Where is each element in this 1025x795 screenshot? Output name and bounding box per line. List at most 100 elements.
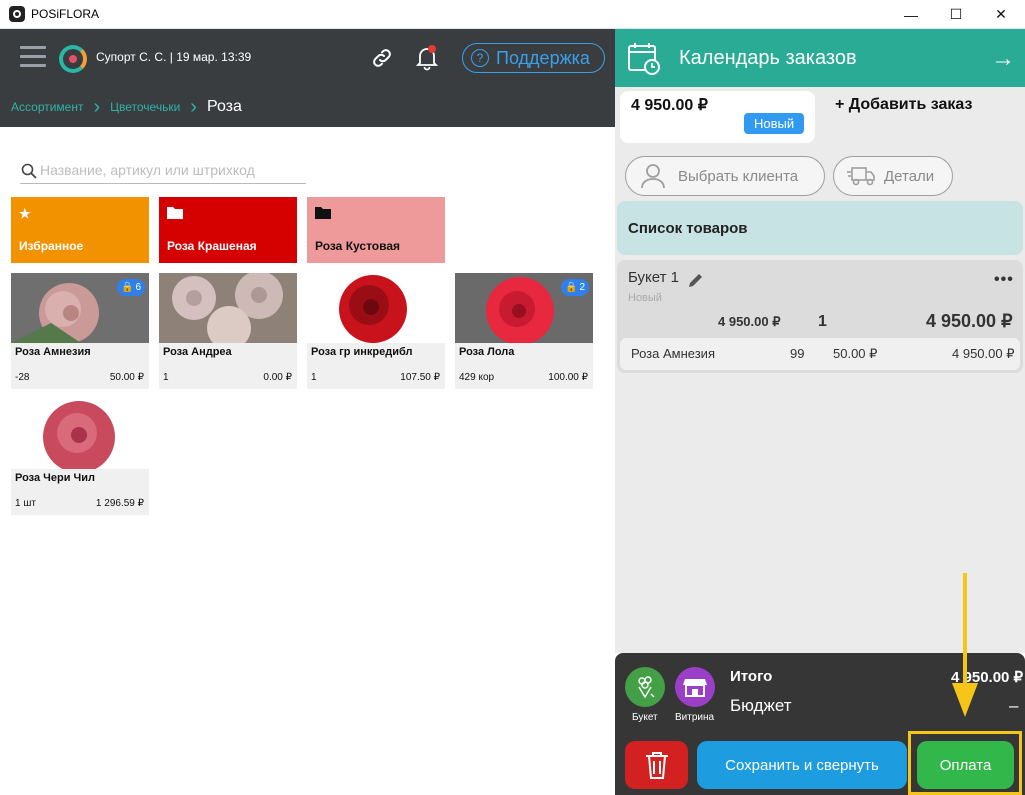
user-info: Супорт С. С. | 19 мар. 13:39 <box>96 50 252 64</box>
calendar-icon[interactable] <box>627 41 661 80</box>
product-image <box>11 399 149 469</box>
product-name: Роза гр инкредибл <box>311 346 413 358</box>
bouquet-price: 4 950.00 ₽ <box>718 314 781 329</box>
line-item-sum: 4 950.00 ₽ <box>952 346 1015 361</box>
product-card[interactable]: 🔒 2 Роза Лола 429 кор 100.00 ₽ <box>455 273 593 389</box>
product-card[interactable]: Роза Андреа 1 0.00 ₽ <box>159 273 297 389</box>
notification-dot <box>428 45 436 53</box>
product-price: 100.00 ₽ <box>548 372 588 383</box>
delete-button[interactable] <box>625 741 688 789</box>
breadcrumb-current: Роза <box>206 98 242 115</box>
details-button[interactable]: Детали <box>833 156 953 196</box>
order-status-badge: Новый <box>744 113 805 134</box>
product-card[interactable]: Роза гр инкредибл 1 107.50 ₽ <box>307 273 445 389</box>
product-stock: 1 шт <box>15 498 36 509</box>
product-price: 107.50 ₽ <box>400 372 440 383</box>
pay-button[interactable]: Оплата <box>917 741 1014 789</box>
breadcrumb-item-assortment[interactable]: Ассортимент <box>11 100 83 114</box>
delivery-truck-icon <box>847 167 875 186</box>
store-icon <box>683 679 707 697</box>
breadcrumb: Ассортимент › Цветочечьки › Роза <box>0 87 615 127</box>
arrow-right-icon[interactable]: → <box>991 45 1015 73</box>
product-name: Роза Лола <box>459 346 515 358</box>
bouquet-button-label: Букет <box>632 712 658 723</box>
showcase-button-label: Витрина <box>675 712 715 723</box>
product-stock: 429 кор <box>459 372 495 383</box>
folder-icon <box>167 206 183 222</box>
trash-icon <box>645 752 668 779</box>
product-name: Роза Чери Чил <box>15 472 95 484</box>
bouquet-name: Букет 1 <box>628 269 679 286</box>
annotation-arrow-head <box>952 683 978 717</box>
folder-label: Роза Кустовая <box>315 239 401 253</box>
window-title: POSiFLORA <box>31 7 100 21</box>
app-logo-icon <box>9 6 25 22</box>
folder-favorites[interactable]: ★ Избранное <box>11 197 149 263</box>
support-label: Поддержка <box>496 47 590 68</box>
select-client-label: Выбрать клиента <box>678 167 799 185</box>
details-label: Детали <box>884 167 935 185</box>
total-label: Итого <box>730 668 773 685</box>
product-stock: 1 <box>163 372 169 383</box>
product-image <box>307 273 445 343</box>
products-list-header: Список товаров <box>617 201 1023 255</box>
chevron-right-icon: › <box>93 96 101 118</box>
folder-icon <box>315 206 331 222</box>
maximize-button[interactable]: ☐ <box>933 0 979 29</box>
line-item-qty: 99 <box>790 346 805 361</box>
product-price: 0.00 ₽ <box>263 372 292 383</box>
showcase-button[interactable] <box>675 667 715 707</box>
window-title-bar <box>0 0 1025 29</box>
orders-calendar-title: Календарь заказов <box>679 47 857 69</box>
lock-badge: 🔒 2 <box>560 279 589 296</box>
star-icon: ★ <box>19 206 31 221</box>
badge-count: 6 <box>135 282 141 293</box>
more-options-icon[interactable]: ••• <box>994 271 1014 289</box>
search-input[interactable] <box>40 162 300 178</box>
product-name: Роза Андреа <box>163 346 232 358</box>
user-icon <box>641 164 665 189</box>
search-icon <box>21 163 37 179</box>
breadcrumb-item-flowers[interactable]: Цветочечьки <box>110 100 180 114</box>
link-icon[interactable] <box>370 46 394 75</box>
pencil-icon[interactable] <box>687 271 705 294</box>
folder-painted-rose[interactable]: Роза Крашеная <box>159 197 297 263</box>
product-card[interactable]: Роза Чери Чил 1 шт 1 296.59 ₽ <box>11 399 149 515</box>
product-price: 1 296.59 ₽ <box>95 498 144 509</box>
bouquet-total: 4 950.00 ₽ <box>926 311 1013 331</box>
product-stock: -28 <box>15 372 30 383</box>
bouquet-status: Новый <box>628 292 662 304</box>
product-card[interactable]: 🔒 6 Роза Амнезия -28 50.00 ₽ <box>11 273 149 389</box>
badge-count: 2 <box>579 282 585 293</box>
save-and-collapse-button[interactable]: Сохранить и свернуть <box>697 741 907 789</box>
support-button[interactable]: ? Поддержка <box>462 43 605 73</box>
help-icon: ? <box>471 49 489 67</box>
close-button[interactable]: ✕ <box>978 0 1024 29</box>
budget-label: Бюджет <box>730 696 792 715</box>
product-price: 50.00 ₽ <box>109 372 144 383</box>
search-bar <box>20 160 306 184</box>
select-client-button[interactable]: Выбрать клиента <box>625 156 825 196</box>
folder-spray-rose[interactable]: Роза Кустовая <box>307 197 445 263</box>
folder-label: Роза Крашеная <box>167 239 257 253</box>
minimize-button[interactable]: — <box>888 0 934 29</box>
annotation-arrow-shaft <box>963 573 967 685</box>
product-stock: 1 <box>311 372 317 383</box>
menu-icon[interactable] <box>20 46 46 68</box>
budget-value: – <box>1009 696 1019 715</box>
product-name: Роза Амнезия <box>15 346 91 358</box>
line-item-name: Роза Амнезия <box>631 346 715 361</box>
product-image <box>159 273 297 343</box>
order-tab-total: 4 950.00 ₽ <box>631 97 708 114</box>
lock-badge: 🔒 6 <box>116 279 145 296</box>
folder-label: Избранное <box>19 239 84 253</box>
bouquet-button[interactable] <box>625 667 665 707</box>
add-order-button[interactable]: + Добавить заказ <box>835 96 972 114</box>
bouquet-quantity: 1 <box>818 313 827 330</box>
chevron-right-icon: › <box>190 96 197 118</box>
bouquet-icon <box>638 676 655 699</box>
lock-icon: 🔒 <box>564 282 578 293</box>
line-item-price: 50.00 ₽ <box>833 346 878 361</box>
lock-icon: 🔒 <box>120 282 134 293</box>
posiflora-logo <box>59 45 87 73</box>
